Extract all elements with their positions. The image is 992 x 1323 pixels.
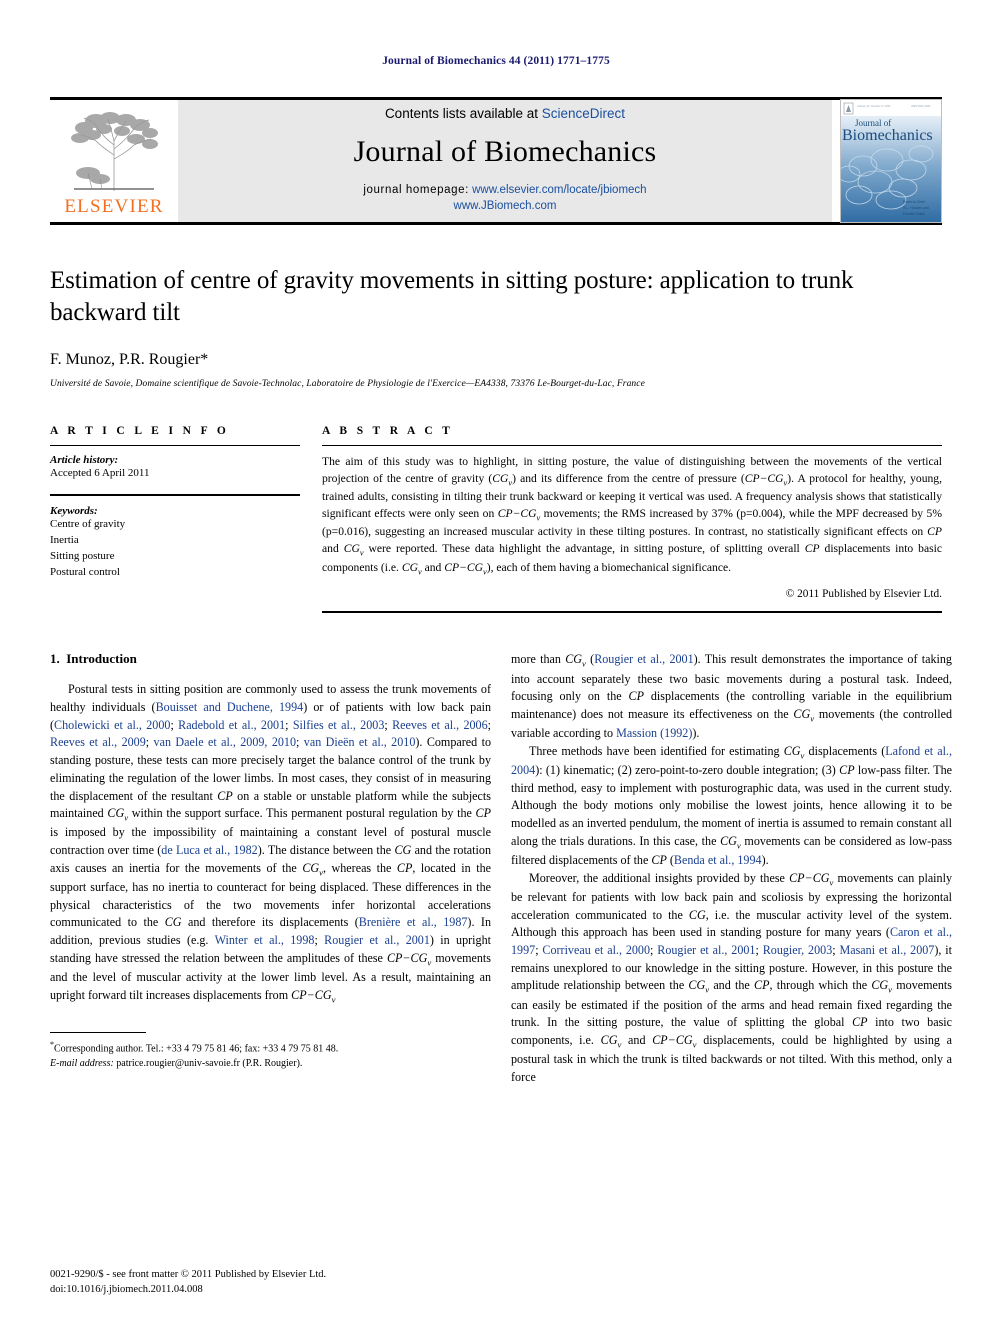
cover-editor-1: Editor-in-Chief [903,200,925,204]
citation-link[interactable]: Rougier, 2003 [763,943,833,957]
page-title: Estimation of centre of gravity movement… [50,267,854,326]
citation-link[interactable]: Radebold et al., 2001 [178,718,285,732]
intro-paragraph-1: Postural tests in sitting position are c… [50,682,492,1005]
abstract-column: A B S T R A C T The aim of this study wa… [322,425,943,614]
journal-cover-thumbnail: Volume 44 / Number 9 / 2011 ISSN 0021-92… [840,99,942,223]
citation-link[interactable]: de Luca et al., 1982 [161,843,257,857]
abstract-text: The aim of this study was to highlight, … [322,455,943,576]
journal-homepage-line: journal homepage: www.elsevier.com/locat… [363,183,646,214]
elsevier-tree-icon [71,112,158,191]
info-abstract-row: A R T I C L E I N F O Article history: A… [50,425,943,614]
article-info-rule-2 [50,493,300,496]
cover-editor-3: Farshid Guilak [903,212,925,216]
masthead-right: Volume 44 / Number 9 / 2011 ISSN 0021-92… [832,99,942,223]
keyword-item: Inertia [50,533,79,546]
keywords-label: Keywords: [50,504,98,517]
citation-link[interactable]: Silfies et al., 2003 [293,718,385,732]
citation-link[interactable]: Massion (1992) [616,726,692,740]
corresponding-author-note: *Corresponding author. Tel.: +33 4 79 75… [50,1039,339,1070]
citation-link[interactable]: Masani et al., 2007 [839,943,934,957]
citation-link[interactable]: Reeves et al., 2006 [392,718,488,732]
citation-link[interactable]: Corriveau et al., 2000 [542,943,650,957]
keywords-list: Centre of gravity Inertia Sitting postur… [50,517,300,581]
issn-front-matter-line: 0021-9290/$ - see front matter © 2011 Pu… [50,1268,327,1280]
article-info-heading: A R T I C L E I N F O [50,425,230,437]
masthead-center: Contents lists available at ScienceDirec… [178,100,832,222]
journal-cover-art: Volume 44 / Number 9 / 2011 ISSN 0021-92… [841,100,941,222]
citation-link[interactable]: Bouisset and Duchene, 1994 [156,700,304,714]
citation-link[interactable]: Brenière et al., 1987 [359,915,468,929]
abstract-rule-top [322,445,942,446]
contents-prefix: Contents lists available at [384,105,542,121]
citation-link[interactable]: Reeves et al., 2009 [50,735,146,749]
intro-paragraph-2: Three methods have been identified for e… [511,743,952,867]
article-history-value: Accepted 6 April 2011 [50,467,150,479]
section-heading-introduction: 1. Introduction [50,651,137,667]
abstract-heading: A B S T R A C T [322,425,454,437]
citation-link[interactable]: Rougier et al., 2001 [324,933,430,947]
cover-biomechanics: Biomechanics [842,127,933,144]
intro-paragraph-3: Moreover, the additional insights provid… [511,870,953,1084]
body-column-left: 1. Introduction Postural tests in sittin… [50,651,491,1086]
cover-editor-2: R.L. Huiskes and [903,206,929,210]
article-history-label: Article history: [50,454,119,466]
cover-issn-line: ISSN 0021-9290 [911,104,931,108]
doi-line: doi:10.1016/j.jbiomech.2011.04.008 [50,1283,203,1295]
email-link[interactable]: patrice.rougier@univ-savoie.fr (P.R. Rou… [116,1058,302,1069]
article-page: Journal of Biomechanics 44 (2011) 1771–1… [0,0,992,1323]
footnote-rule [50,1031,146,1033]
keyword-item: Sitting posture [50,549,115,562]
citation-link[interactable]: Lafond et al., 2004 [511,744,952,777]
sciencedirect-link[interactable]: ScienceDirect [542,106,625,121]
journal-masthead: ELSEVIER Contents lists available at Sci… [50,99,942,223]
affiliation: Université de Savoie, Domaine scientifiq… [50,379,645,389]
keyword-item: Postural control [50,565,120,578]
article-info-rule-1 [50,445,300,446]
keyword-item: Centre of gravity [50,517,126,530]
page-footer: 0021-9290/$ - see front matter © 2011 Pu… [50,1267,326,1297]
citation-link[interactable]: Rougier et al., 2001 [594,652,693,666]
homepage-url-link[interactable]: www.elsevier.com/locate/jbiomech [472,184,647,196]
abstract-rule-bottom [322,611,942,614]
title-block: Estimation of centre of gravity movement… [50,225,942,389]
elsevier-logo: ELSEVIER [50,100,178,222]
article-info-column: A R T I C L E I N F O Article history: A… [50,425,300,613]
body-columns: 1. Introduction Postural tests in sittin… [50,651,952,1086]
body-column-right: more than CGv (Rougier et al., 2001). Th… [511,651,952,1086]
journal-title: Journal of Biomechanics [353,134,657,168]
citation-link[interactable]: Benda et al., 1994 [674,853,762,867]
intro-paragraph-1-cont: more than CGv (Rougier et al., 2001). Th… [511,652,952,741]
cover-volume-line: Volume 44 / Number 9 / 2011 [857,104,891,108]
citation-link[interactable]: Winter et al., 1998 [215,933,315,947]
citation-link[interactable]: Cholewicki et al., 2000 [54,718,170,732]
footnote-block: *Corresponding author. Tel.: +33 4 79 75… [50,1031,491,1071]
citation-link[interactable]: Rougier et al., 2001 [657,943,755,957]
elsevier-wordmark: ELSEVIER [64,196,164,217]
citation-link[interactable]: van Daele et al., 2009, 2010 [154,735,297,749]
abstract-copyright: © 2011 Published by Elsevier Ltd. [785,588,942,601]
homepage-label: journal homepage: [363,183,469,196]
contents-available-line: Contents lists available at ScienceDirec… [385,106,625,121]
running-head: Journal of Biomechanics 44 (2011) 1771–1… [382,55,610,67]
author-list: F. Munoz, P.R. Rougier* [50,351,209,368]
citation-link[interactable]: van Dieën et al., 2010 [304,735,416,749]
homepage-url2-link[interactable]: www.JBiomech.com [454,200,557,212]
